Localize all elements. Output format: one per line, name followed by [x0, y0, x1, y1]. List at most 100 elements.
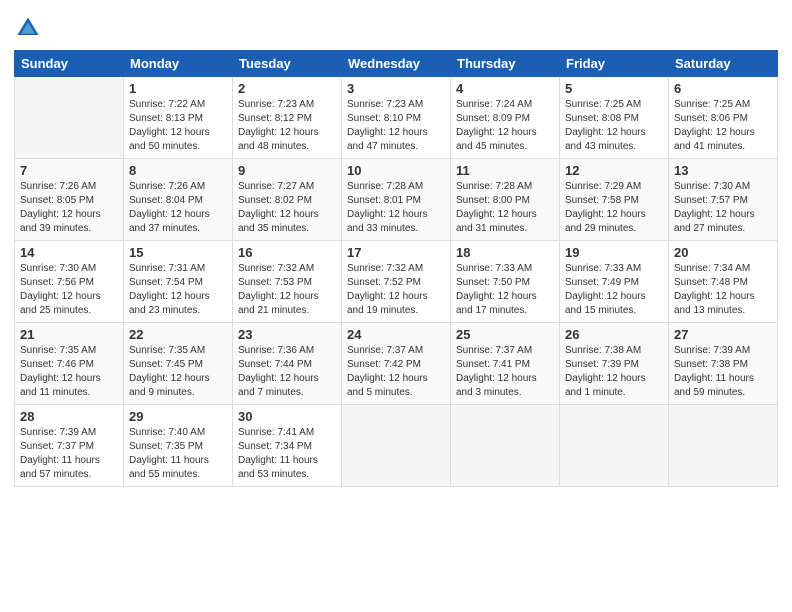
header-cell-tuesday: Tuesday: [233, 51, 342, 77]
day-cell: 11Sunrise: 7:28 AM Sunset: 8:00 PM Dayli…: [451, 159, 560, 241]
day-cell: 25 Sunrise: 7:37 AM Sunset: 7:41 PM Dayli…: [451, 323, 560, 405]
day-cell: [669, 405, 778, 487]
day-cell: 30 Sunrise: 7:41 AM Sunset: 7:34 PM Dayli…: [233, 405, 342, 487]
day-cell: 9 Sunrise: 7:27 AM Sunset: 8:02 PM Daylig…: [233, 159, 342, 241]
day-cell: 29 Sunrise: 7:40 AM Sunset: 7:35 PM Dayli…: [124, 405, 233, 487]
header-cell-sunday: Sunday: [15, 51, 124, 77]
day-number: 3: [347, 81, 445, 96]
header-area: [14, 10, 778, 42]
day-number: 24: [347, 327, 445, 342]
day-info: Sunrise: 7:33 AM Sunset: 7:50 PM Dayligh…: [456, 262, 554, 318]
day-number: 9: [238, 163, 336, 178]
day-info: Sunrise: 7:26 AM Sunset: 8:04 PM Dayligh…: [129, 180, 227, 236]
day-number: 26: [565, 327, 663, 342]
day-cell: 4 Sunrise: 7:24 AM Sunset: 8:09 PM Daylig…: [451, 77, 560, 159]
day-cell: 8Sunrise: 7:26 AM Sunset: 8:04 PM Daylig…: [124, 159, 233, 241]
header-cell-friday: Friday: [560, 51, 669, 77]
day-number: 13: [674, 163, 772, 178]
day-info: Sunrise: 7:23 AM Sunset: 8:10 PM Dayligh…: [347, 98, 445, 154]
header-cell-monday: Monday: [124, 51, 233, 77]
day-cell: 17 Sunrise: 7:32 AM Sunset: 7:52 PM Dayli…: [342, 241, 451, 323]
day-number: 7: [20, 163, 118, 178]
day-number: 30: [238, 409, 336, 424]
day-cell: 5 Sunrise: 7:25 AM Sunset: 8:08 PM Daylig…: [560, 77, 669, 159]
day-cell: [451, 405, 560, 487]
day-info: Sunrise: 7:28 AM Sunset: 8:01 PM Dayligh…: [347, 180, 445, 236]
day-number: 22: [129, 327, 227, 342]
day-cell: 18 Sunrise: 7:33 AM Sunset: 7:50 PM Dayli…: [451, 241, 560, 323]
day-info: Sunrise: 7:26 AM Sunset: 8:05 PM Dayligh…: [20, 180, 118, 236]
day-number: 25: [456, 327, 554, 342]
day-cell: 27 Sunrise: 7:39 AM Sunset: 7:38 PM Dayli…: [669, 323, 778, 405]
day-cell: 23Sunrise: 7:36 AM Sunset: 7:44 PM Dayli…: [233, 323, 342, 405]
day-number: 10: [347, 163, 445, 178]
day-info: Sunrise: 7:23 AM Sunset: 8:12 PM Dayligh…: [238, 98, 336, 154]
day-number: 27: [674, 327, 772, 342]
day-info: Sunrise: 7:24 AM Sunset: 8:09 PM Dayligh…: [456, 98, 554, 154]
day-info: Sunrise: 7:41 AM Sunset: 7:34 PM Dayligh…: [238, 426, 336, 482]
day-info: Sunrise: 7:22 AM Sunset: 8:13 PM Dayligh…: [129, 98, 227, 154]
week-row-5: 28Sunrise: 7:39 AM Sunset: 7:37 PM Dayli…: [15, 405, 778, 487]
day-number: 2: [238, 81, 336, 96]
day-number: 19: [565, 245, 663, 260]
day-info: Sunrise: 7:39 AM Sunset: 7:38 PM Dayligh…: [674, 344, 772, 400]
day-number: 16: [238, 245, 336, 260]
day-number: 29: [129, 409, 227, 424]
day-info: Sunrise: 7:28 AM Sunset: 8:00 PM Dayligh…: [456, 180, 554, 236]
day-number: 20: [674, 245, 772, 260]
day-info: Sunrise: 7:31 AM Sunset: 7:54 PM Dayligh…: [129, 262, 227, 318]
day-cell: 21 Sunrise: 7:35 AM Sunset: 7:46 PM Dayli…: [15, 323, 124, 405]
day-cell: 10 Sunrise: 7:28 AM Sunset: 8:01 PM Dayli…: [342, 159, 451, 241]
day-cell: 14 Sunrise: 7:30 AM Sunset: 7:56 PM Dayli…: [15, 241, 124, 323]
day-info: Sunrise: 7:25 AM Sunset: 8:06 PM Dayligh…: [674, 98, 772, 154]
header-cell-wednesday: Wednesday: [342, 51, 451, 77]
header-cell-saturday: Saturday: [669, 51, 778, 77]
day-cell: 13Sunrise: 7:30 AM Sunset: 7:57 PM Dayli…: [669, 159, 778, 241]
day-info: Sunrise: 7:35 AM Sunset: 7:46 PM Dayligh…: [20, 344, 118, 400]
day-number: 21: [20, 327, 118, 342]
day-info: Sunrise: 7:35 AM Sunset: 7:45 PM Dayligh…: [129, 344, 227, 400]
day-info: Sunrise: 7:32 AM Sunset: 7:52 PM Dayligh…: [347, 262, 445, 318]
day-number: 15: [129, 245, 227, 260]
day-cell: 22 Sunrise: 7:35 AM Sunset: 7:45 PM Dayli…: [124, 323, 233, 405]
main-container: SundayMondayTuesdayWednesdayThursdayFrid…: [0, 0, 792, 497]
day-cell: 12Sunrise: 7:29 AM Sunset: 7:58 PM Dayli…: [560, 159, 669, 241]
day-info: Sunrise: 7:37 AM Sunset: 7:42 PM Dayligh…: [347, 344, 445, 400]
day-cell: 6 Sunrise: 7:25 AM Sunset: 8:06 PM Daylig…: [669, 77, 778, 159]
day-number: 14: [20, 245, 118, 260]
week-row-2: 7 Sunrise: 7:26 AM Sunset: 8:05 PM Daylig…: [15, 159, 778, 241]
day-cell: 2 Sunrise: 7:23 AM Sunset: 8:12 PM Daylig…: [233, 77, 342, 159]
day-number: 12: [565, 163, 663, 178]
day-cell: 26 Sunrise: 7:38 AM Sunset: 7:39 PM Dayli…: [560, 323, 669, 405]
day-info: Sunrise: 7:40 AM Sunset: 7:35 PM Dayligh…: [129, 426, 227, 482]
day-number: 17: [347, 245, 445, 260]
day-cell: [15, 77, 124, 159]
week-row-1: 1 Sunrise: 7:22 AM Sunset: 8:13 PM Daylig…: [15, 77, 778, 159]
day-cell: [342, 405, 451, 487]
day-info: Sunrise: 7:38 AM Sunset: 7:39 PM Dayligh…: [565, 344, 663, 400]
logo: [14, 14, 46, 42]
day-info: Sunrise: 7:27 AM Sunset: 8:02 PM Dayligh…: [238, 180, 336, 236]
day-number: 5: [565, 81, 663, 96]
day-cell: 20Sunrise: 7:34 AM Sunset: 7:48 PM Dayli…: [669, 241, 778, 323]
day-cell: 19 Sunrise: 7:33 AM Sunset: 7:49 PM Dayli…: [560, 241, 669, 323]
day-info: Sunrise: 7:30 AM Sunset: 7:56 PM Dayligh…: [20, 262, 118, 318]
day-number: 4: [456, 81, 554, 96]
day-cell: 1 Sunrise: 7:22 AM Sunset: 8:13 PM Daylig…: [124, 77, 233, 159]
day-cell: 3 Sunrise: 7:23 AM Sunset: 8:10 PM Daylig…: [342, 77, 451, 159]
day-number: 28: [20, 409, 118, 424]
day-info: Sunrise: 7:25 AM Sunset: 8:08 PM Dayligh…: [565, 98, 663, 154]
day-cell: 7 Sunrise: 7:26 AM Sunset: 8:05 PM Daylig…: [15, 159, 124, 241]
header-cell-thursday: Thursday: [451, 51, 560, 77]
day-cell: 15 Sunrise: 7:31 AM Sunset: 7:54 PM Dayli…: [124, 241, 233, 323]
day-info: Sunrise: 7:32 AM Sunset: 7:53 PM Dayligh…: [238, 262, 336, 318]
day-number: 6: [674, 81, 772, 96]
week-row-3: 14 Sunrise: 7:30 AM Sunset: 7:56 PM Dayli…: [15, 241, 778, 323]
day-number: 23: [238, 327, 336, 342]
week-row-4: 21 Sunrise: 7:35 AM Sunset: 7:46 PM Dayli…: [15, 323, 778, 405]
day-cell: 16 Sunrise: 7:32 AM Sunset: 7:53 PM Dayli…: [233, 241, 342, 323]
day-number: 1: [129, 81, 227, 96]
day-number: 18: [456, 245, 554, 260]
day-info: Sunrise: 7:37 AM Sunset: 7:41 PM Dayligh…: [456, 344, 554, 400]
day-info: Sunrise: 7:33 AM Sunset: 7:49 PM Dayligh…: [565, 262, 663, 318]
